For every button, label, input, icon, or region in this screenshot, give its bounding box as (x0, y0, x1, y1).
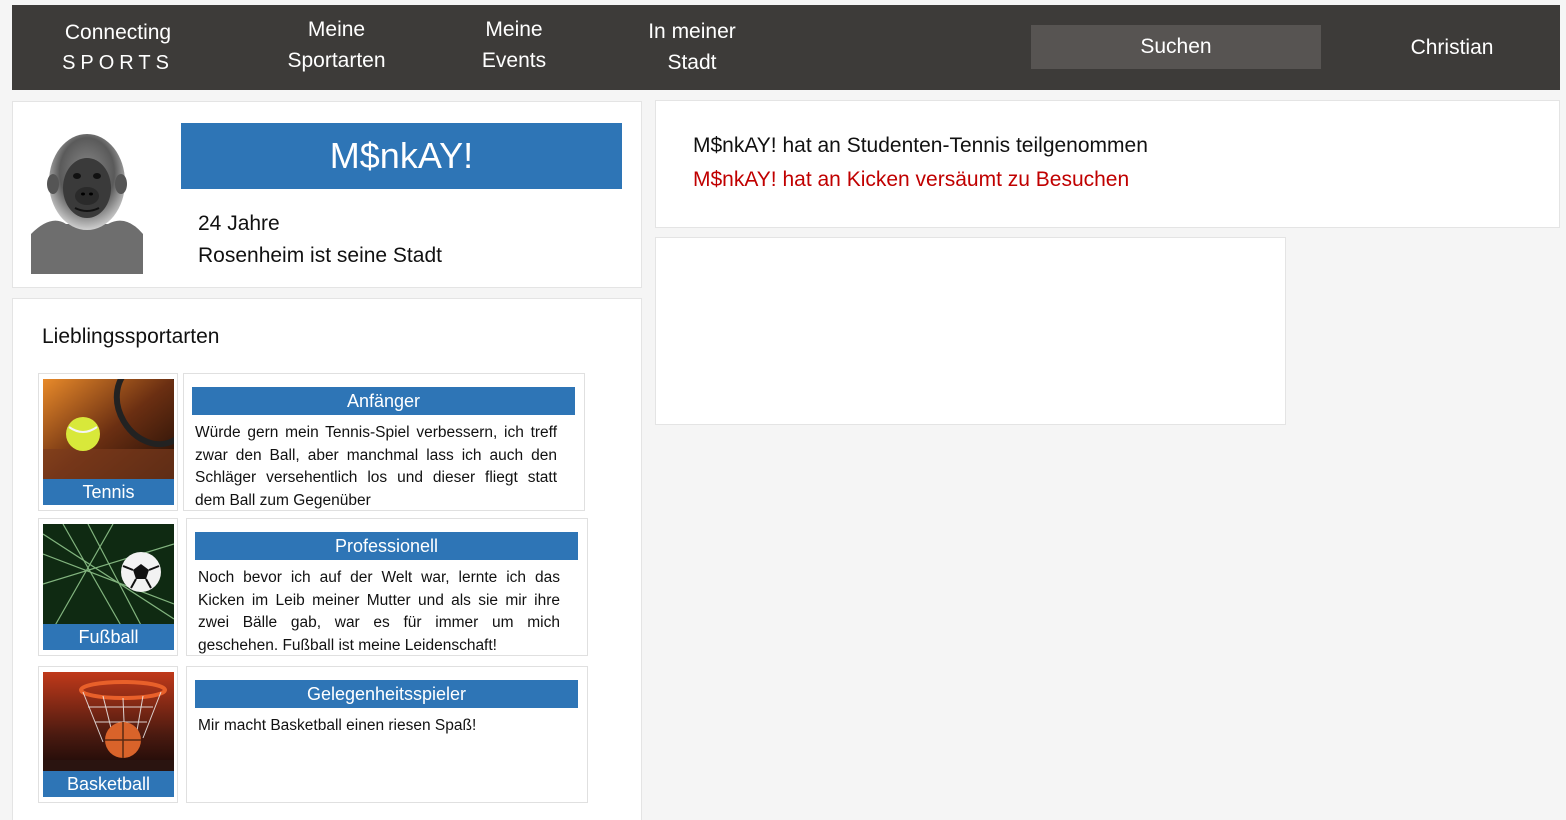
sport-card-fussball: Professionell Noch bevor ich auf der Wel… (186, 518, 588, 656)
nav-my-city-line2: Stadt (667, 51, 717, 74)
tennis-ball-icon (43, 379, 174, 484)
nav-my-events[interactable]: Meine Events (468, 14, 560, 76)
basketball-icon (43, 672, 174, 777)
empty-panel (655, 237, 1286, 425)
profile-city: Rosenheim ist seine Stadt (198, 244, 442, 267)
nav-my-sports-line1: Meine (307, 18, 366, 41)
activity-attended: M$nkAY! hat an Studenten-Tennis teilgeno… (693, 134, 1148, 157)
sport-card-tennis: Anfänger Würde gern mein Tennis-Spiel ve… (183, 373, 585, 511)
sport-description-fussball: Noch bevor ich auf der Welt war, lernte … (198, 569, 560, 654)
user-menu[interactable]: Christian (1392, 32, 1512, 63)
brand-line2: SPORTS (62, 52, 174, 74)
level-badge-basketball: Gelegenheitsspieler (195, 680, 578, 708)
nav-my-events-line1: Meine (485, 18, 543, 41)
level-badge-fussball: Professionell (195, 532, 578, 560)
sport-label-tennis: Tennis (43, 479, 174, 505)
nav-my-events-line2: Events (481, 49, 547, 72)
favorite-sports-title: Lieblingssportarten (42, 325, 220, 348)
activity-missed: M$nkAY! hat an Kicken versäumt zu Besuch… (693, 168, 1130, 191)
profile-age: 24 Jahre (198, 212, 280, 235)
search-button[interactable]: Suchen (1031, 25, 1321, 69)
profile-card: M$nkAY! 24 Jahre Rosenheim ist seine Sta… (12, 101, 642, 288)
sport-description-basketball: Mir macht Basketball einen riesen Spaß! (198, 717, 477, 734)
sport-label-fussball: Fußball (43, 624, 174, 650)
favorite-sports-panel: Lieblingssportarten Tennis Anfänger Würd… (12, 298, 642, 820)
nav-my-city[interactable]: In meiner Stadt (632, 16, 752, 78)
top-nav: Connecting SPORTS Meine Sportarten Meine… (12, 5, 1560, 90)
brand-line1: Connecting (64, 21, 172, 44)
sport-description-tennis: Würde gern mein Tennis-Spiel verbessern,… (195, 424, 557, 509)
nav-my-sports[interactable]: Meine Sportarten (274, 14, 399, 76)
sport-thumb-fussball[interactable]: Fußball (38, 518, 178, 656)
sport-thumb-basketball[interactable]: Basketball (38, 666, 178, 803)
profile-name: M$nkAY! (181, 123, 622, 189)
soccer-ball-icon (43, 524, 174, 629)
activity-feed: M$nkAY! hat an Studenten-Tennis teilgeno… (655, 100, 1560, 228)
sport-card-basketball: Gelegenheitsspieler Mir macht Basketball… (186, 666, 588, 803)
nav-my-city-line1: In meiner (648, 20, 736, 43)
nav-my-sports-line2: Sportarten (287, 49, 386, 72)
level-badge-tennis: Anfänger (192, 387, 575, 415)
sport-label-basketball: Basketball (43, 771, 174, 797)
brand-logo[interactable]: Connecting SPORTS (58, 17, 178, 79)
sport-thumb-tennis[interactable]: Tennis (38, 373, 178, 511)
ape-portrait-icon (31, 124, 143, 274)
